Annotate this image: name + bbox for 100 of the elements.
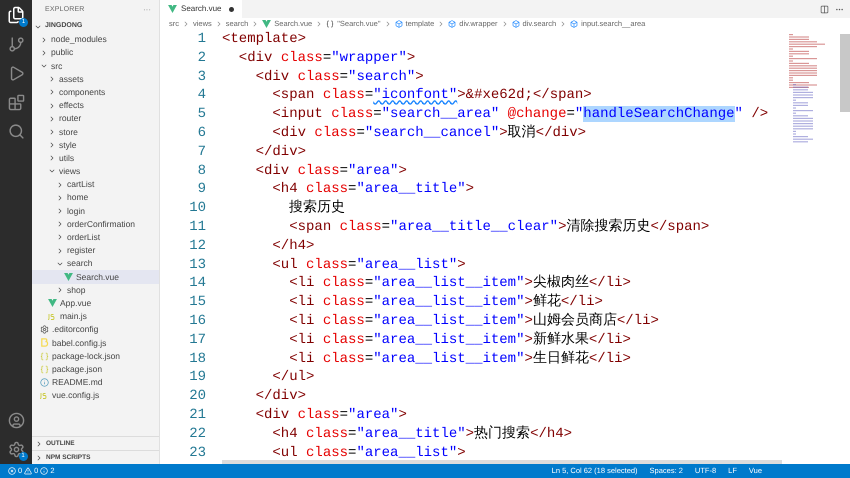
folder-item[interactable]: router — [32, 112, 159, 126]
line-number: 8 — [196, 162, 206, 180]
info-icon — [40, 467, 48, 475]
file-item[interactable]: Search.vue — [32, 270, 159, 284]
folder-item[interactable]: shop — [32, 284, 159, 297]
code-line: <li class="area__list__item">生日鲜花</li> — [288, 350, 631, 368]
folder-item[interactable]: login — [32, 204, 159, 218]
code-line: <span class="area__title__clear">清除搜索历史</span> — [288, 218, 710, 237]
js-file-icon — [40, 392, 49, 399]
line-number: 4 — [196, 86, 206, 106]
line-number: 7 — [196, 142, 206, 162]
line-number: 23 — [188, 444, 206, 462]
line-number: 19 — [188, 368, 206, 388]
chevron-right-icon — [182, 20, 190, 28]
chevron-right-icon — [56, 286, 64, 294]
error-icon — [8, 467, 16, 475]
vue-icon — [48, 299, 57, 308]
code-line: </div> — [254, 387, 306, 406]
folder-item[interactable]: node_modules — [32, 33, 159, 46]
code-line: <div class="area"> — [254, 162, 407, 180]
line-number: 10 — [188, 199, 206, 218]
folder-item[interactable]: register — [32, 244, 159, 258]
folder-item[interactable]: store — [32, 125, 159, 138]
code-line: </h4> — [271, 236, 314, 256]
braces-icon — [40, 352, 49, 361]
folder-item[interactable]: assets — [32, 72, 159, 86]
file-item[interactable]: vue.config.js — [32, 389, 159, 402]
line-number: 14 — [188, 274, 206, 294]
file-item[interactable]: babel.config.js — [32, 336, 159, 350]
extensions-icon[interactable] — [8, 94, 24, 111]
vue-icon — [168, 5, 177, 13]
vue-icon — [262, 20, 272, 28]
line-number: 2 — [196, 48, 206, 68]
vue-icon — [64, 272, 73, 281]
braces-icon — [40, 364, 49, 374]
line-number: 17 — [188, 330, 206, 350]
line-number: 9 — [196, 180, 206, 200]
file-item[interactable]: main.js — [32, 310, 159, 324]
folder-item[interactable]: orderConfirmation — [32, 218, 159, 231]
folder-item[interactable]: utils — [32, 152, 159, 165]
line-number: 12 — [188, 236, 206, 256]
gear-icon — [40, 325, 49, 334]
line-number: 6 — [196, 124, 206, 143]
code-line: 搜索历史 — [288, 199, 346, 218]
line-number: 22 — [188, 424, 206, 444]
line-number: 21 — [188, 406, 206, 425]
code-line: <div class="search"> — [254, 68, 424, 86]
code-line: <li class="area__list__item">新鲜水果</li> — [288, 330, 631, 350]
folder-item[interactable]: src — [32, 59, 159, 73]
code-line: <span class="iconfont">&#xe62d;</span> — [271, 86, 592, 106]
search-icon[interactable] — [8, 123, 24, 140]
code-line: <h4 class="area__title">热门搜索</h4> — [271, 424, 572, 444]
folder-item[interactable]: search — [32, 257, 159, 270]
code-line: <li class="area__list__item">山姆会员商店</li> — [288, 312, 659, 331]
code-line: <li class="area__list__item">尖椒肉丝</li> — [288, 274, 631, 294]
source-control-icon[interactable] — [8, 36, 24, 53]
code-line: <ul class="area__list"> — [271, 444, 466, 462]
babel-icon — [40, 338, 49, 348]
code-line: <li class="area__list__item">鲜花</li> — [288, 293, 603, 312]
folder-item[interactable]: components — [32, 86, 159, 99]
code-line: <input class="search__area" @change="handleSearchChange" /> — [271, 105, 768, 124]
file-item[interactable]: App.vue — [32, 296, 159, 310]
code-line: <ul class="area__list"> — [271, 256, 466, 274]
file-item[interactable]: README.md — [32, 376, 159, 390]
code-line: <div class="wrapper"> — [238, 48, 416, 68]
folder-item[interactable]: orderList — [32, 230, 159, 244]
file-item[interactable]: package-lock.json — [32, 350, 159, 363]
element-icon — [448, 20, 456, 28]
element-icon — [394, 20, 402, 28]
code-line: <template> — [222, 30, 306, 49]
element-icon — [512, 20, 520, 28]
info-icon — [40, 378, 49, 387]
element-icon — [570, 20, 578, 28]
editor-tab[interactable]: Search.vue — [160, 0, 242, 18]
folder-item[interactable]: cartList — [32, 178, 159, 192]
file-item[interactable]: package.json — [32, 362, 159, 376]
folder-item[interactable]: views — [32, 164, 159, 178]
line-number: 15 — [188, 293, 206, 312]
code-line: <h4 class="area__title"> — [271, 180, 474, 199]
split-editor-icon[interactable] — [820, 4, 829, 14]
folder-item[interactable]: effects — [32, 98, 159, 112]
account-icon[interactable] — [8, 412, 24, 429]
line-number: 11 — [188, 218, 206, 237]
folder-item[interactable]: style — [32, 138, 159, 152]
file-item[interactable]: .editorconfig — [32, 323, 159, 336]
code-line: </ul> — [271, 368, 314, 388]
line-number: 1 — [196, 30, 206, 49]
line-number: 13 — [188, 256, 206, 274]
code-line: <div class="area"> — [254, 406, 407, 425]
line-number: 3 — [196, 68, 206, 86]
folder-item[interactable]: home — [32, 191, 159, 204]
line-number: 16 — [188, 312, 206, 331]
line-number: 5 — [196, 105, 206, 124]
line-number: 18 — [188, 350, 206, 368]
line-number: 20 — [188, 387, 206, 406]
folder-item[interactable]: public — [32, 46, 159, 60]
warning-icon — [24, 467, 32, 475]
code-line: <div class="search__cancel">取消</div> — [271, 124, 586, 143]
braces-icon — [326, 20, 334, 28]
code-line: </div> — [254, 142, 306, 162]
